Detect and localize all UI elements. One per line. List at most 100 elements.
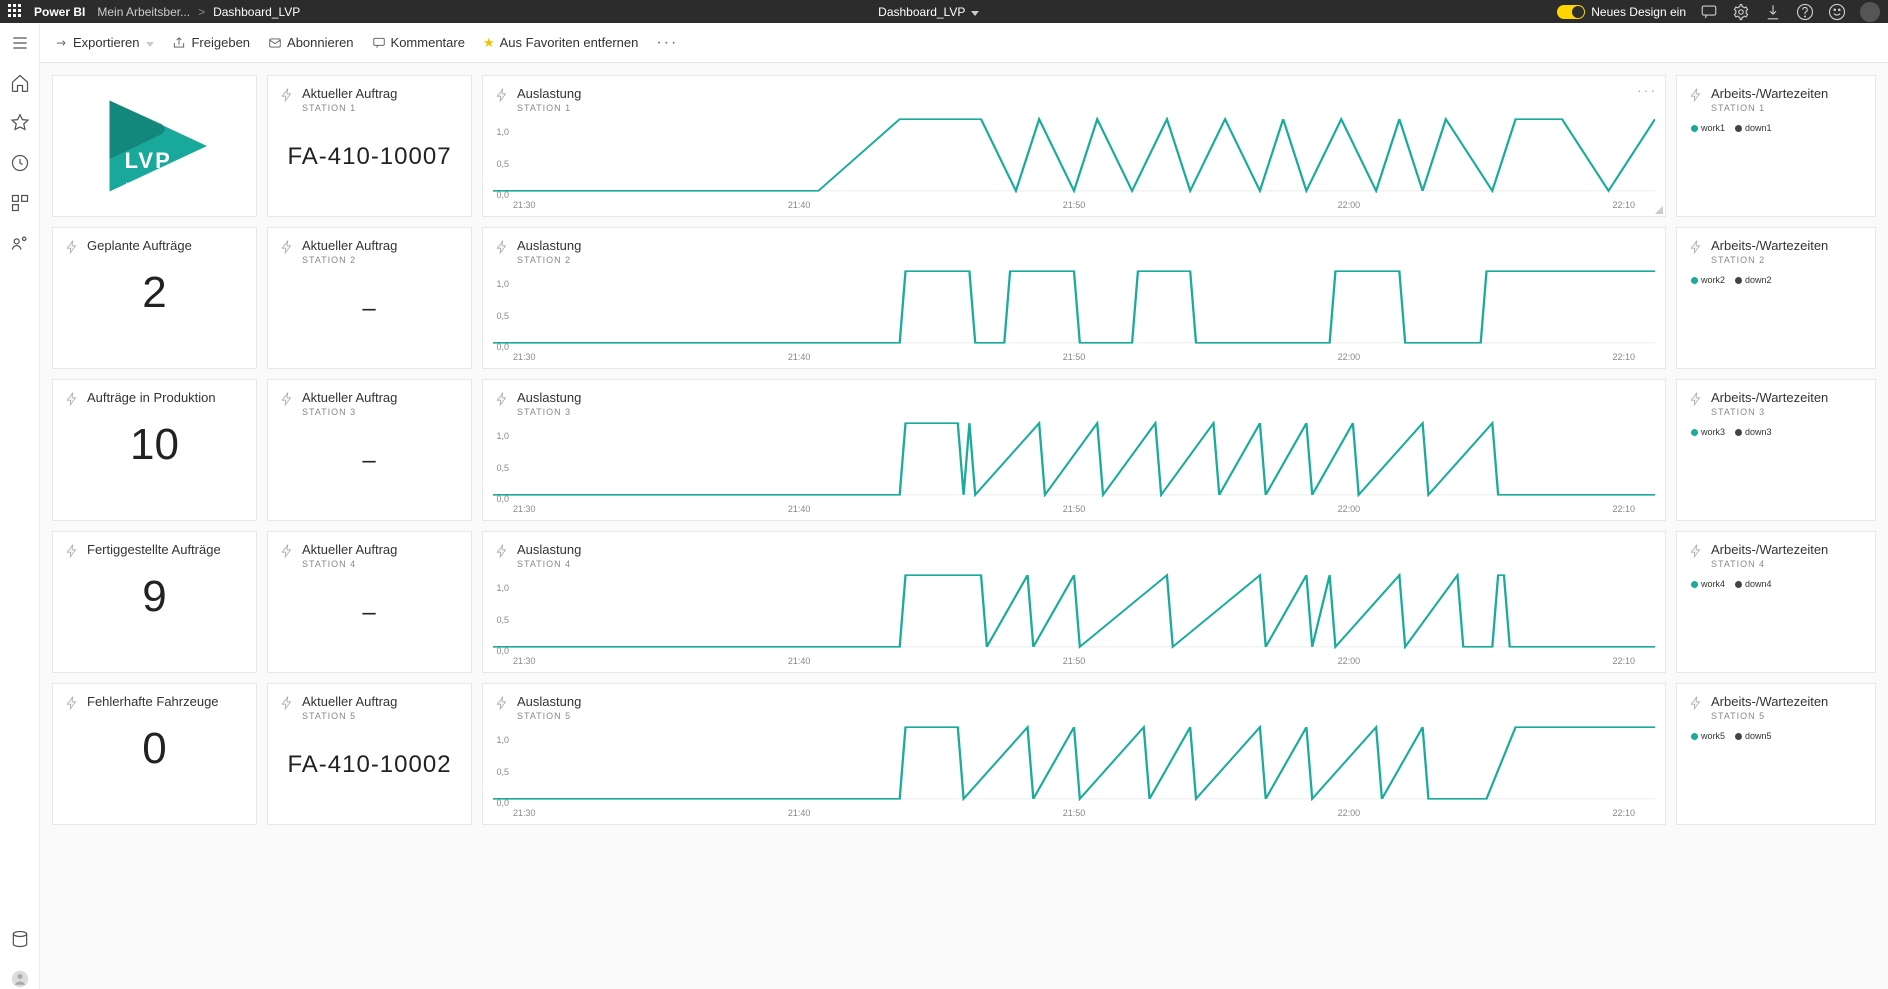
legend-down: down5 [1745, 731, 1772, 741]
utilization-tile-station-5[interactable]: Auslastung STATION 5 1,00,50,021:3021:4021… [482, 683, 1666, 825]
gear-icon[interactable] [1732, 3, 1750, 21]
tile-title: Arbeits-/Wartezeiten [1711, 542, 1828, 557]
lightning-icon [280, 240, 294, 254]
worktimes-tile-station-4[interactable]: Arbeits-/Wartezeiten STATION 4 work4 down4 [1676, 531, 1876, 673]
utilization-tile-station-3[interactable]: AuslastungSTATION 31,00,50,021:3021:4021… [482, 379, 1666, 521]
breadcrumb-current[interactable]: Dashboard_LVP [213, 5, 300, 19]
comments-label: Kommentare [391, 35, 465, 50]
current-order-tile-station-1[interactable]: Aktueller AuftragSTATION 1FA-410-10007 [267, 75, 472, 217]
tile-title: Fertiggestellte Aufträge [87, 542, 221, 557]
tile-title: Auslastung [517, 238, 581, 253]
legend-down: down4 [1745, 579, 1772, 589]
avatar[interactable] [1860, 2, 1880, 22]
current-order-tile-station-3[interactable]: Aktueller AuftragSTATION 3– [267, 379, 472, 521]
chat-icon[interactable] [1700, 3, 1718, 21]
worktimes-tile-station-5[interactable]: Arbeits-/WartezeitenSTATION 5work5down5 [1676, 683, 1876, 825]
tile-title: Aktueller Auftrag [302, 542, 397, 557]
nav-data-icon[interactable] [10, 929, 30, 949]
lightning-icon [495, 240, 509, 254]
legend-down: down3 [1745, 427, 1772, 437]
legend-work: work3 [1701, 427, 1725, 437]
lightning-icon [495, 392, 509, 406]
tile-title: Auslastung [517, 694, 581, 709]
chart-area: 1,00,50,021:3021:4021:5022:0022:10 [483, 573, 1665, 674]
smile-feedback-icon[interactable] [1828, 3, 1846, 21]
lightning-icon [1689, 544, 1703, 558]
tile-title: Auslastung [517, 542, 581, 557]
lightning-icon [280, 88, 294, 102]
tile-title: Arbeits-/Wartezeiten [1711, 238, 1828, 253]
chart-area: 1,00,50,021:3021:4021:5022:0022:10 [483, 725, 1665, 826]
lightning-icon [65, 696, 79, 710]
utilization-tile-station-1[interactable]: AuslastungSTATION 11,00,50,021:3021:4021… [482, 75, 1666, 217]
tile-title: Auslastung [517, 86, 581, 101]
tile-title: Aktueller Auftrag [302, 86, 397, 101]
nav-apps-icon[interactable] [10, 193, 30, 213]
legend-work: work2 [1701, 275, 1725, 285]
worktimes-tile-station-1[interactable]: Arbeits-/WartezeitenSTATION 1work1down1 [1676, 75, 1876, 217]
nav-shared-icon[interactable] [10, 233, 30, 253]
legend: work1down1 [1677, 117, 1875, 139]
more-actions-button[interactable]: ··· [656, 34, 678, 52]
chart-area: 1,00,50,021:3021:4021:5022:0022:10 [483, 269, 1665, 370]
tile-title: Arbeits-/Wartezeiten [1711, 390, 1828, 405]
logo-tile[interactable]: LVP Lernfabrik fürvernetzte Produktion [52, 75, 257, 217]
current-order-tile-station-5[interactable]: Aktueller AuftragSTATION 5FA-410-10002 [267, 683, 472, 825]
lightning-icon [65, 544, 79, 558]
comments-button[interactable]: Kommentare [372, 35, 465, 50]
tile-subtitle: STATION 3 [1711, 407, 1828, 417]
in-production-value: 10 [53, 410, 256, 490]
share-button[interactable]: Freigeben [172, 35, 250, 50]
app-launcher-icon[interactable] [8, 4, 24, 20]
tile-subtitle: STATION 5 [302, 711, 397, 721]
worktimes-tile-station-2[interactable]: Arbeits-/WartezeitenSTATION 2work2down2 [1676, 227, 1876, 369]
in-production-tile[interactable]: Aufträge in Produktion 10 [52, 379, 257, 521]
lightning-icon [280, 544, 294, 558]
tile-subtitle: STATION 3 [302, 407, 397, 417]
current-order-tile-station-4[interactable]: Aktueller AuftragSTATION 4– [267, 531, 472, 673]
download-icon[interactable] [1764, 3, 1782, 21]
chart-area: 1,00,50,021:3021:4021:5022:0022:10 [483, 117, 1665, 218]
resize-handle-icon[interactable] [1655, 206, 1663, 214]
utilization-tile-station-4[interactable]: AuslastungSTATION 41,00,50,021:3021:4021… [482, 531, 1666, 673]
nav-profile-icon[interactable] [10, 969, 30, 989]
export-icon [54, 36, 68, 50]
tile-more-button[interactable]: ··· [1637, 82, 1657, 98]
mail-icon [268, 36, 282, 50]
subscribe-button[interactable]: Abonnieren [268, 35, 354, 50]
current-order-value: FA-410-10002 [268, 725, 471, 799]
help-icon[interactable] [1796, 3, 1814, 21]
export-button[interactable]: Exportieren [54, 35, 154, 50]
favorite-button[interactable]: ★ Aus Favoriten entfernen [483, 35, 638, 51]
lightning-icon [1689, 392, 1703, 406]
finished-value: 9 [53, 562, 256, 642]
current-order-value: – [268, 421, 471, 495]
legend-work: work4 [1701, 579, 1725, 589]
nav-hamburger-icon[interactable] [10, 33, 30, 53]
nav-recent-icon[interactable] [10, 153, 30, 173]
utilization-tile-station-2[interactable]: AuslastungSTATION 21,00,50,021:3021:4021… [482, 227, 1666, 369]
chevron-down-icon [144, 35, 154, 50]
legend-work: work5 [1701, 731, 1725, 741]
dashboard-title-dropdown[interactable]: Dashboard_LVP [878, 5, 979, 19]
faulty-value: 0 [53, 714, 256, 794]
tile-subtitle: STATION 1 [1711, 103, 1828, 113]
nav-favorites-icon[interactable] [10, 113, 30, 133]
faulty-tile[interactable]: Fehlerhafte Fahrzeuge 0 [52, 683, 257, 825]
favorite-label: Aus Favoriten entfernen [500, 35, 639, 50]
tile-title: Geplante Aufträge [87, 238, 192, 253]
worktimes-tile-station-3[interactable]: Arbeits-/Wartezeiten STATION 3 work3 down3 [1676, 379, 1876, 521]
tile-subtitle: STATION 5 [517, 711, 581, 721]
breadcrumb-workspace[interactable]: Mein Arbeitsber... [97, 5, 190, 19]
star-icon: ★ [483, 35, 495, 51]
tile-subtitle: STATION 4 [1711, 559, 1828, 569]
lightning-icon [1689, 240, 1703, 254]
finished-tile[interactable]: Fertiggestellte Aufträge 9 [52, 531, 257, 673]
nav-home-icon[interactable] [10, 73, 30, 93]
dashboard-title-text: Dashboard_LVP [878, 5, 965, 19]
current-order-tile-station-2[interactable]: Aktueller AuftragSTATION 2– [267, 227, 472, 369]
planned-orders-tile[interactable]: Geplante Aufträge 2 [52, 227, 257, 369]
new-look-toggle[interactable]: Neues Design ein [1557, 5, 1686, 19]
action-toolbar: Exportieren Freigeben Abonnieren Komment… [40, 23, 1888, 63]
tile-subtitle: STATION 4 [302, 559, 397, 569]
